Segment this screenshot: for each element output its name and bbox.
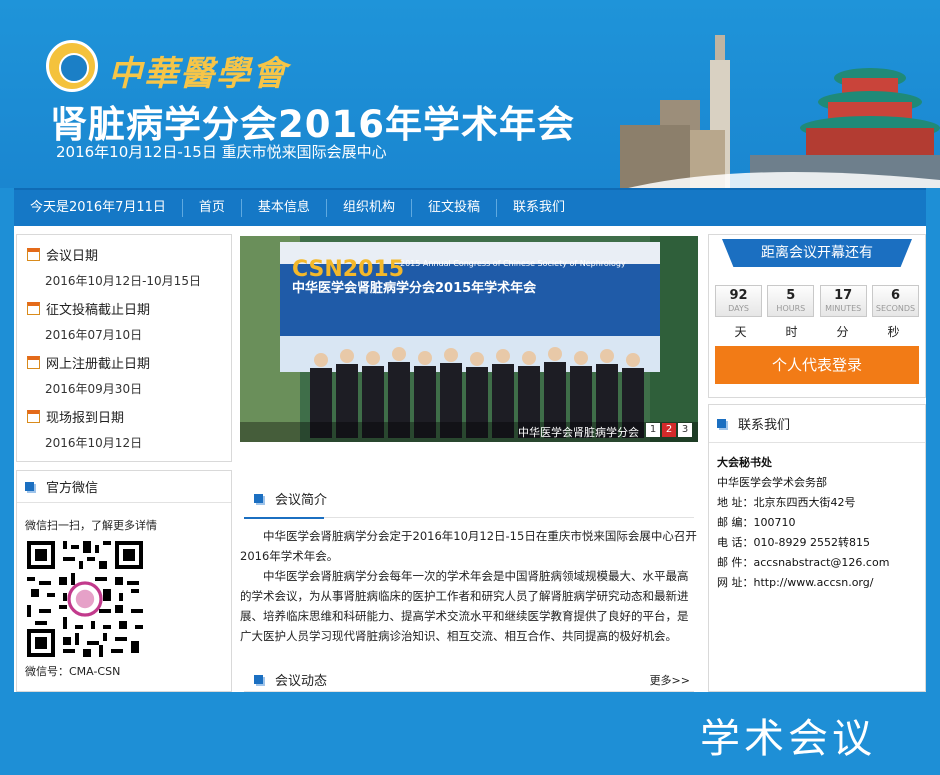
intro-header: 会议简介 xyxy=(244,480,694,519)
slide-indicators: 1 2 3 xyxy=(646,423,692,437)
contact-body: 大会秘书处 中华医学会学术会务部 地 址：北京东四西大街42号 邮 编：1007… xyxy=(709,443,925,593)
wechat-scan-text: 微信扫一扫，了解更多详情 xyxy=(25,519,157,532)
countdown-label: 时 xyxy=(785,325,798,339)
wechat-qr-code[interactable] xyxy=(27,541,143,657)
date-item: 现场报到日期 2016年10月12日 xyxy=(27,407,231,451)
date-label: 会议日期 xyxy=(46,249,99,264)
date-value: 2016年09月30日 xyxy=(45,382,143,396)
countdown-unit: SECONDS xyxy=(875,304,916,313)
countdown-number: 92 xyxy=(729,288,748,303)
countdown-number: 6 xyxy=(890,288,900,303)
news-title: 会议动态 xyxy=(275,674,328,689)
more-news-link[interactable]: 更多>> xyxy=(650,672,694,688)
banner-chinese-title: 中华医学会肾脏病学分会2015年学术年会 xyxy=(292,280,537,296)
wechat-header: 官方微信 xyxy=(17,471,231,503)
date-item: 会议日期 2016年10月12日-10月15日 xyxy=(27,245,231,289)
org-name: 中華醫學會 xyxy=(108,54,288,94)
conference-subtitle: 2016年10月12日-15日 重庆市悦来国际会展中心 xyxy=(56,143,387,161)
site-header: 中華醫學會 肾脏病学分会2016年学术年会 2016年10月12日-15日 重庆… xyxy=(0,0,940,188)
calendar-icon xyxy=(27,410,40,423)
countdown-number: 17 xyxy=(834,288,853,303)
contact-line: 大会秘书处 xyxy=(717,456,772,469)
nav-submission[interactable]: 征文投稿 xyxy=(412,189,496,227)
countdown-label: 分 xyxy=(836,325,849,339)
countdown-seconds: 6 SECONDS xyxy=(871,285,919,317)
date-label: 现场报到日期 xyxy=(46,411,125,426)
countdown-minutes: 17 MINUTES xyxy=(819,285,867,317)
contact-panel: 联系我们 大会秘书处 中华医学会学术会务部 地 址：北京东四西大街42号 邮 编… xyxy=(708,404,926,692)
news-header: 会议动态 更多>> xyxy=(244,668,694,692)
countdown-number: 5 xyxy=(786,288,796,303)
date-item: 征文投稿截止日期 2016年07月10日 xyxy=(27,299,231,343)
date-value: 2016年07月10日 xyxy=(45,328,143,342)
date-value: 2016年10月12日 xyxy=(45,436,143,450)
date-item: 网上注册截止日期 2016年09月30日 xyxy=(27,353,231,397)
banner-caption: 中华医学会肾脏病学分会 xyxy=(518,425,639,439)
countdown-days: 92 DAYS xyxy=(715,285,762,317)
conference-title: 肾脏病学分会2016年学术年会 xyxy=(50,103,575,146)
countdown-unit: HOURS xyxy=(776,304,806,313)
square-bullet-icon xyxy=(254,494,263,503)
countdown-unit: MINUTES xyxy=(825,304,862,313)
calendar-icon xyxy=(27,356,40,369)
countdown-title: 距离会议开幕还有 xyxy=(722,239,912,267)
countdown-unit: DAYS xyxy=(728,304,749,313)
today-date: 今天是2016年7月11日 xyxy=(30,200,166,215)
contact-email[interactable]: 邮 件：accsnabstract@126.com xyxy=(717,553,925,573)
date-label: 征文投稿截止日期 xyxy=(46,303,151,318)
contact-line: 中华医学会学术会务部 xyxy=(717,476,827,489)
banner-english-title: 2015 Annual Congress of Chinese Society … xyxy=(400,259,626,268)
slide-dot[interactable]: 2 xyxy=(662,423,676,437)
contact-header: 联系我们 xyxy=(709,405,925,443)
countdown-labels: 天 时 分 秒 xyxy=(715,323,919,340)
wechat-title: 官方微信 xyxy=(46,481,99,496)
intro-paragraph: 中华医学会肾脏病学分会每年一次的学术年会是中国肾脏病领域规模最大、水平最高的学术… xyxy=(240,569,689,643)
contact-title: 联系我们 xyxy=(738,418,791,433)
nav-organization[interactable]: 组织机构 xyxy=(327,189,411,227)
main-nav: 今天是2016年7月11日 首页 基本信息 组织机构 征文投稿 联系我们 xyxy=(14,188,926,226)
wechat-panel: 官方微信 微信扫一扫，了解更多详情 微信号：CMA-CSN xyxy=(16,470,232,692)
wechat-id: 微信号：CMA-CSN xyxy=(25,665,121,678)
footer-caption: 学术会议 xyxy=(700,716,876,762)
slide-dot[interactable]: 1 xyxy=(646,423,660,437)
landmark-buildings-illustration xyxy=(620,35,940,188)
intro-paragraph: 中华医学会肾脏病学分会定于2016年10月12日-15日在重庆市悦来国际会展中心… xyxy=(240,529,697,563)
countdown-panel: 距离会议开幕还有 92 DAYS 5 HOURS 17 MINUTES 6 SECOND… xyxy=(708,234,926,398)
delegate-login-button[interactable]: 个人代表登录 xyxy=(715,346,919,384)
date-label: 网上注册截止日期 xyxy=(46,357,151,372)
calendar-icon xyxy=(27,248,40,261)
contact-postcode: 邮 编：100710 xyxy=(717,516,796,529)
countdown-hours: 5 HOURS xyxy=(767,285,815,317)
countdown-label: 天 xyxy=(734,325,747,339)
square-bullet-icon xyxy=(25,482,34,491)
contact-website[interactable]: 网 址：http://www.accsn.org/ xyxy=(717,573,925,593)
slide-dot[interactable]: 3 xyxy=(678,423,692,437)
contact-address: 地 址：北京东四西大街42号 xyxy=(717,496,856,509)
banner-logo-text: CSN2015 xyxy=(292,257,404,282)
key-dates-panel: 会议日期 2016年10月12日-10月15日 征文投稿截止日期 2016年07… xyxy=(16,234,232,462)
date-value: 2016年10月12日-10月15日 xyxy=(45,274,201,288)
square-bullet-icon xyxy=(254,675,263,684)
intro-title: 会议简介 xyxy=(275,493,328,508)
conference-group-photo: CSN2015 2015 Annual Congress of Chinese … xyxy=(240,236,698,442)
calendar-icon xyxy=(27,302,40,315)
banner-slideshow[interactable]: CSN2015 2015 Annual Congress of Chinese … xyxy=(240,236,698,442)
countdown-label: 秒 xyxy=(887,325,900,339)
nav-contact[interactable]: 联系我们 xyxy=(497,189,581,227)
main-content: 会议日期 2016年10月12日-10月15日 征文投稿截止日期 2016年07… xyxy=(14,226,926,692)
contact-phone: 电 话：010-8929 2552转815 xyxy=(717,536,870,549)
cma-emblem-icon xyxy=(46,40,98,92)
intro-body: 中华医学会肾脏病学分会定于2016年10月12日-15日在重庆市悦来国际会展中心… xyxy=(240,526,698,646)
countdown-boxes: 92 DAYS 5 HOURS 17 MINUTES 6 SECONDS xyxy=(715,285,919,317)
nav-basic-info[interactable]: 基本信息 xyxy=(242,189,326,227)
nav-home[interactable]: 首页 xyxy=(183,189,241,227)
square-bullet-icon xyxy=(717,419,726,428)
